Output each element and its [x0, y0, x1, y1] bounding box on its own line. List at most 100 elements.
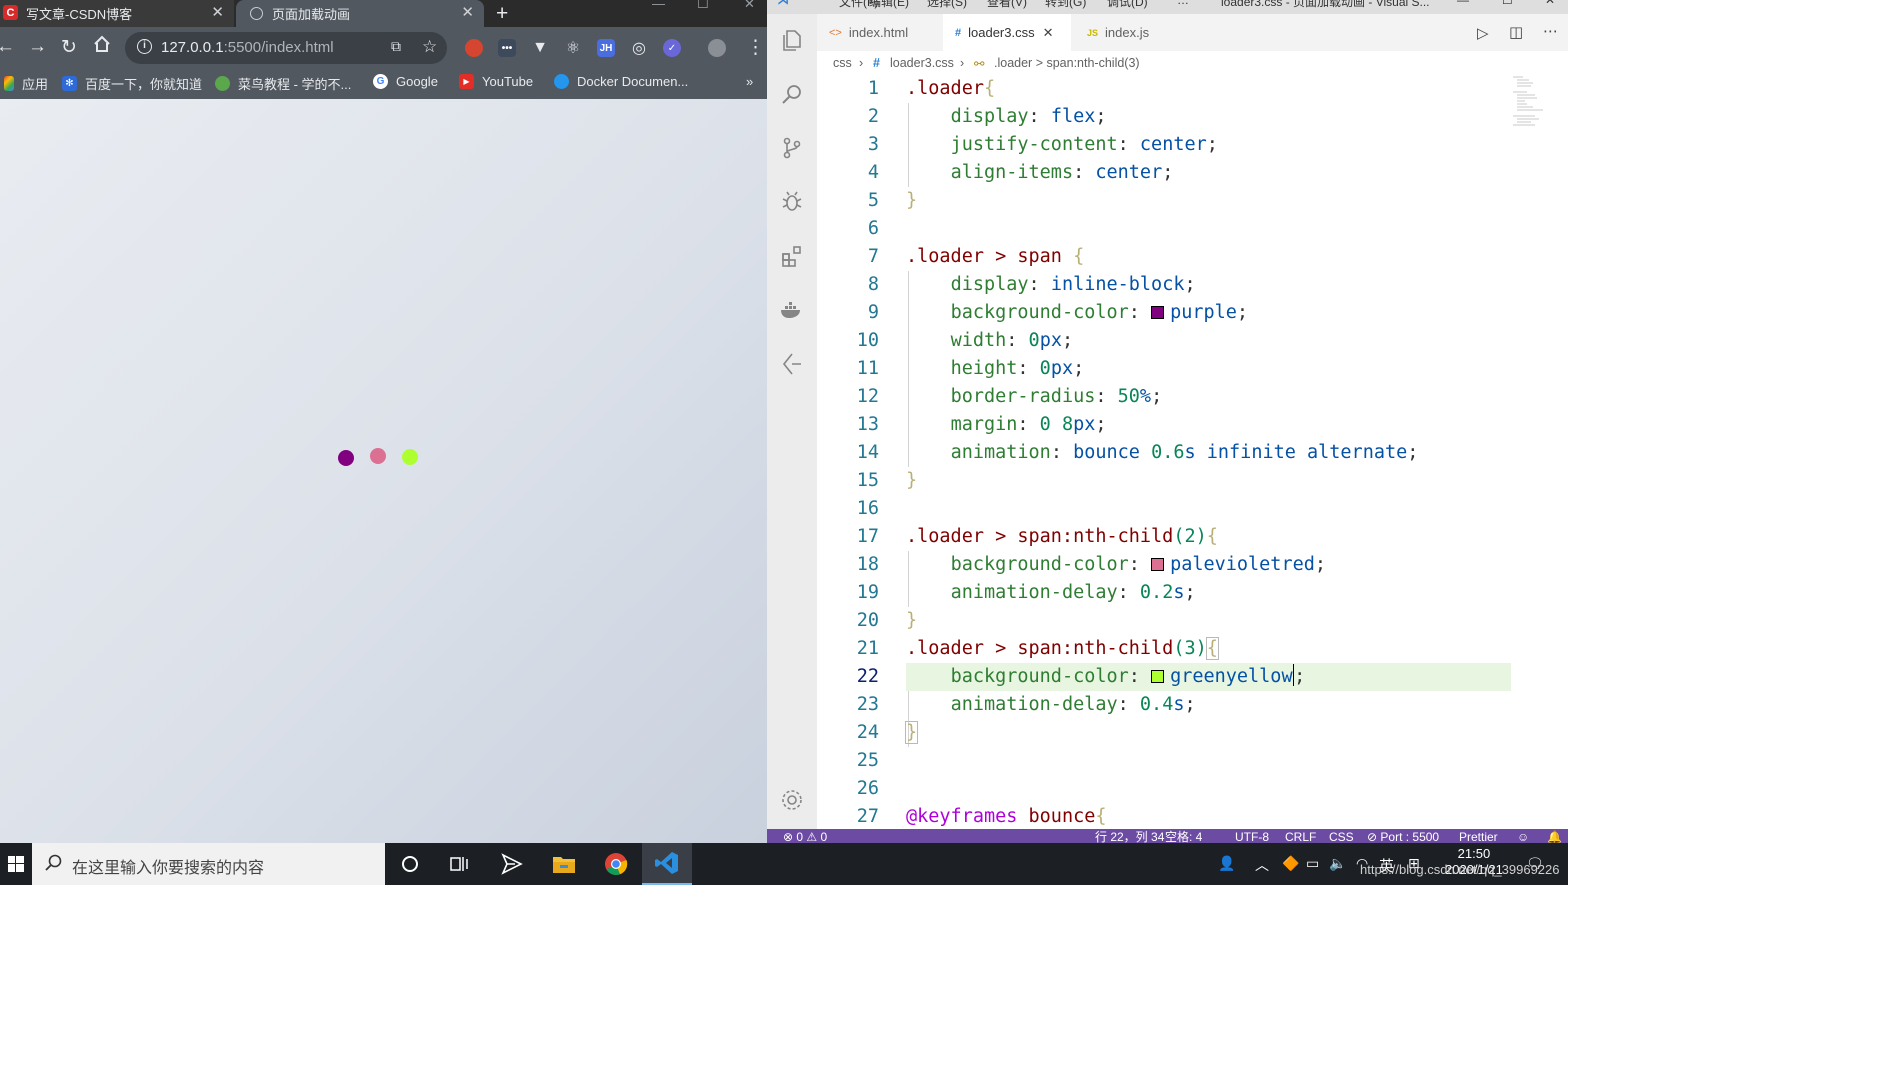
problems-indicator[interactable]: ⊗ 0 ⚠ 0 [783, 830, 827, 843]
minimize-icon[interactable]: — [1457, 0, 1469, 7]
baidu-paw-icon: ✻ [62, 76, 77, 91]
minimize-icon[interactable]: — [652, 0, 665, 11]
bookmark-star-icon[interactable]: ☆ [422, 37, 437, 57]
window-close-icon[interactable]: ✕ [1545, 0, 1555, 7]
css-file-icon: # [955, 26, 962, 39]
menu-more[interactable]: … [1177, 0, 1189, 7]
browser-tab-csdn[interactable]: C 写文章-CSDN博客 ✕ [0, 0, 234, 27]
color-swatch[interactable] [1151, 670, 1165, 683]
reload-icon[interactable]: ↻ [61, 36, 77, 59]
indentation[interactable]: 空格: 4 [1165, 830, 1202, 843]
line-ending[interactable]: CRLF [1285, 830, 1316, 843]
bookmark-baidu[interactable]: ✻ 百度一下，你就知道 [62, 74, 202, 93]
bookmark-apps[interactable]: 应用 [4, 74, 48, 93]
code-line: 27 @keyframes bounce{ [856, 806, 1107, 827]
taskbar-search-input[interactable]: 在这里输入你要搜索的内容 [32, 843, 385, 885]
profile-avatar[interactable] [708, 39, 726, 57]
task-view-icon[interactable] [435, 843, 485, 885]
cortana-icon[interactable] [385, 843, 435, 885]
file-explorer-icon[interactable] [539, 843, 589, 885]
remote-explorer-icon[interactable] [778, 350, 806, 378]
menu-selection[interactable]: 选择(S) [927, 0, 967, 10]
watermark: https://blog.csdn.net/qq_39969226 [1360, 862, 1560, 877]
run-play-icon[interactable]: ▷ [1477, 24, 1489, 42]
extension-react-icon[interactable]: ⚛ [564, 39, 582, 57]
apps-grid-icon [4, 76, 14, 91]
prettier-status[interactable]: Prettier [1459, 830, 1498, 843]
live-server-port[interactable]: ⊘ Port : 5500 [1367, 830, 1439, 843]
translate-icon[interactable]: ⧉ [391, 38, 401, 55]
vscode-taskbar-icon[interactable] [642, 843, 692, 885]
source-control-icon[interactable] [778, 134, 806, 162]
menu-go[interactable]: 转到(G) [1045, 0, 1086, 10]
extension-target-icon[interactable]: ◎ [630, 39, 648, 57]
back-icon[interactable]: ← [0, 36, 15, 58]
bookmark-docker[interactable]: Docker Documen... [554, 74, 688, 89]
docker-icon[interactable] [778, 296, 806, 324]
maximize-icon[interactable]: ☐ [697, 0, 709, 12]
tab-index-js[interactable]: JS index.js [1075, 14, 1193, 51]
menu-edit[interactable]: 编辑(E) [869, 0, 909, 10]
home-icon[interactable] [93, 35, 111, 59]
windows-taskbar: 在这里输入你要搜索的内容 👤 ︿ 🔶 ▭ 🔈 ◠ 英 ⊞ 21:50 2020/… [0, 843, 1568, 885]
new-tab-button[interactable]: + [496, 2, 508, 26]
send-app-icon[interactable] [487, 843, 537, 885]
bookmark-youtube[interactable]: ▶ YouTube [459, 74, 533, 89]
search-icon[interactable] [778, 80, 806, 108]
tab-index-html[interactable]: <> index.html [817, 14, 939, 51]
debug-bug-icon[interactable] [778, 188, 806, 216]
bookmark-runoob[interactable]: 菜鸟教程 - 学的不... [215, 74, 351, 93]
site-info-icon[interactable]: i [137, 39, 152, 54]
chrome-icon[interactable] [591, 843, 641, 885]
close-tab-icon[interactable]: ✕ [461, 3, 474, 21]
bookmark-google[interactable]: G Google [373, 74, 438, 89]
feedback-smiley-icon[interactable]: ☺ [1517, 830, 1529, 843]
maximize-icon[interactable]: ☐ [1502, 0, 1513, 7]
breadcrumb-symbol[interactable]: .loader > span:nth-child(3) [994, 56, 1140, 70]
split-editor-icon[interactable]: ◫ [1509, 23, 1523, 41]
code-line: 2 display: flex; [867, 106, 1107, 127]
people-icon[interactable]: 👤 [1218, 855, 1235, 872]
app-tray-icon[interactable]: 🔶 [1282, 855, 1299, 872]
menu-debug[interactable]: 调试(D) [1107, 0, 1148, 10]
extensions-icon[interactable] [778, 242, 806, 270]
menu-view[interactable]: 查看(V) [987, 0, 1027, 10]
code-line: 17 .loader > span:nth-child(2){ [856, 526, 1218, 547]
language-mode[interactable]: CSS [1329, 830, 1354, 843]
vscode-titlebar: ⋊ 文件(F) 编辑(E) 选择(S) 查看(V) 转到(G) 调试(D) … … [767, 0, 1568, 14]
show-hidden-icons-chevron-icon[interactable]: ︿ [1255, 855, 1269, 875]
battery-icon[interactable]: ▭ [1306, 855, 1319, 872]
vscode-logo-icon: ⋊ [777, 0, 789, 7]
extension-color-icon[interactable] [465, 39, 483, 57]
notifications-bell-icon[interactable]: 🔔 [1547, 830, 1562, 843]
color-swatch[interactable] [1151, 306, 1165, 319]
extension-check-icon[interactable]: ✓ [663, 39, 681, 57]
breadcrumb-folder[interactable]: css [833, 56, 852, 70]
code-line: 10 width: 0px; [856, 330, 1074, 351]
encoding[interactable]: UTF-8 [1235, 830, 1269, 843]
close-tab-icon[interactable]: ✕ [1043, 25, 1054, 41]
breadcrumb: css › # loader3.css › ⚯ .loader > span:n… [817, 51, 1568, 75]
explorer-icon[interactable] [778, 26, 806, 54]
close-tab-icon[interactable]: ✕ [211, 3, 224, 21]
tab-label: loader3.css [968, 25, 1035, 40]
settings-gear-icon[interactable] [778, 786, 806, 814]
extension-vue-icon[interactable]: ▼ [531, 39, 549, 57]
cursor-position[interactable]: 行 22，列 34 [1095, 830, 1164, 843]
extension-dots-icon[interactable]: ••• [498, 39, 516, 57]
volume-icon[interactable]: 🔈 [1329, 855, 1346, 872]
breadcrumb-file[interactable]: loader3.css [890, 56, 954, 70]
forward-icon[interactable]: → [28, 36, 47, 58]
code-editor[interactable]: 1 .loader{ 2 display: flex; 3 justify-con… [817, 75, 1568, 829]
extension-jh-icon[interactable]: JH [597, 39, 615, 57]
browser-tab-active[interactable]: 页面加载动画 ✕ [236, 0, 484, 27]
minimap[interactable] [1509, 75, 1549, 135]
address-bar[interactable]: i 127.0.0.1:5500/index.html ⧉ ☆ [125, 32, 447, 64]
menu-kebab-icon[interactable]: ⋮ [746, 36, 765, 59]
window-close-icon[interactable]: ✕ [744, 0, 755, 12]
more-actions-icon[interactable]: ⋯ [1543, 22, 1558, 40]
color-swatch[interactable] [1151, 558, 1165, 571]
tab-loader3-css[interactable]: # loader3.css ✕ [943, 14, 1071, 51]
tab-label: index.js [1105, 25, 1150, 40]
more-bookmarks-icon[interactable]: » [746, 74, 753, 89]
